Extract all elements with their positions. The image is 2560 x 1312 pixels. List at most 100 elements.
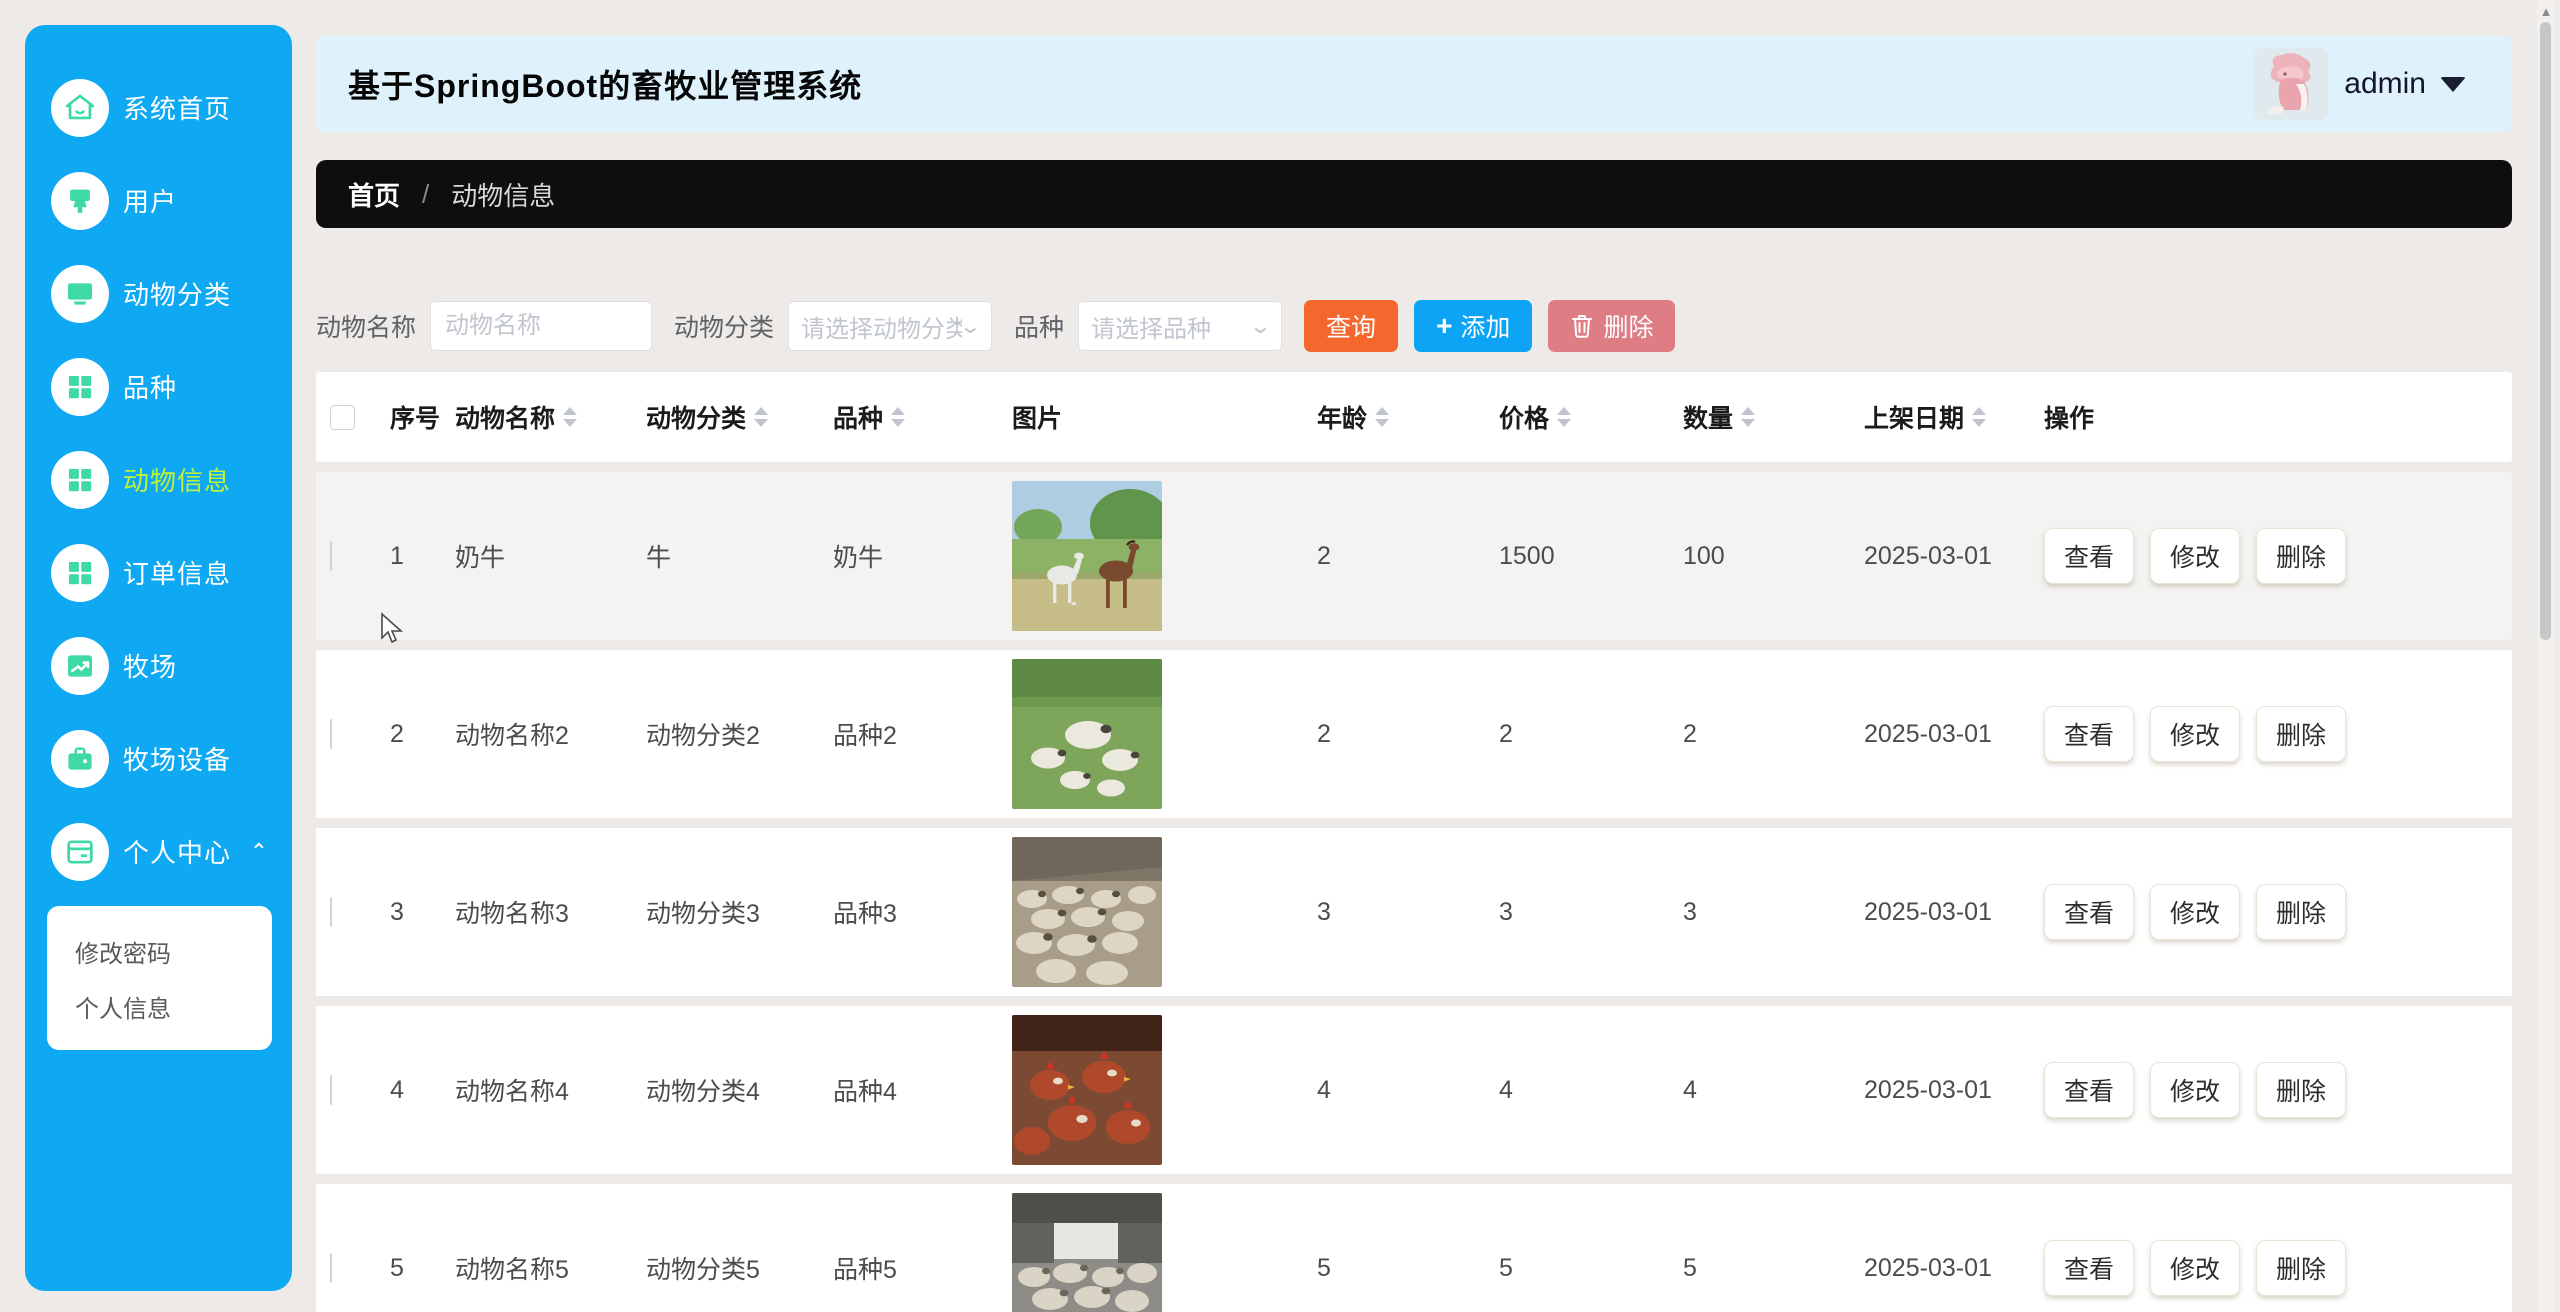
cell-no: 1 [390, 542, 455, 571]
cell-no: 3 [390, 898, 455, 927]
sidebar-item-label: 系统首页 [123, 89, 231, 126]
sort-carets-icon[interactable] [891, 407, 905, 427]
table-header: 序号动物名称动物分类品种图片年龄价格数量上架日期操作 [316, 372, 2512, 462]
animal-image-sheep-meadow [1012, 659, 1162, 809]
scroll-up-arrow-icon[interactable]: ▲ [2539, 4, 2553, 19]
column-header-date[interactable]: 上架日期 [1864, 399, 2044, 435]
sidebar-item-users[interactable]: 用户 [25, 154, 292, 247]
edit-button[interactable]: 修改 [2150, 706, 2240, 762]
search-button-label: 查询 [1326, 308, 1376, 344]
sidebar-item-label: 个人中心 [123, 833, 231, 870]
column-header-no: 序号 [390, 399, 455, 435]
column-header-age[interactable]: 年龄 [1317, 399, 1499, 435]
chevron-down-icon [2440, 77, 2466, 92]
stamp-icon [51, 172, 109, 230]
cell-select [316, 898, 390, 927]
select-all-checkbox[interactable] [330, 405, 355, 430]
row-checkbox[interactable] [330, 541, 332, 571]
delete-button[interactable]: 删除 [2256, 884, 2346, 940]
column-label: 品种 [833, 399, 883, 435]
sort-carets-icon[interactable] [1557, 407, 1571, 427]
breadcrumb-home[interactable]: 首页 [348, 176, 400, 213]
delete-button[interactable]: 删除 [1548, 300, 1675, 352]
view-button[interactable]: 查看 [2044, 1240, 2134, 1296]
chart-icon [51, 637, 109, 695]
sort-carets-icon[interactable] [1972, 407, 1986, 427]
sidebar-item-animal-info[interactable]: 动物信息 [25, 433, 292, 526]
cell-price: 2 [1499, 720, 1683, 749]
sort-carets-icon[interactable] [1741, 407, 1755, 427]
header: 基于SpringBoot的畜牧业管理系统 admin [316, 36, 2512, 132]
animal-image-chickens [1012, 1015, 1162, 1165]
delete-button[interactable]: 删除 [2256, 1240, 2346, 1296]
cell-name: 动物名称3 [455, 894, 646, 930]
sort-carets-icon[interactable] [1375, 407, 1389, 427]
edit-button[interactable]: 修改 [2150, 1240, 2240, 1296]
animal-image-sheep-flock [1012, 837, 1162, 987]
sidebar-item-animal-category[interactable]: 动物分类 [25, 247, 292, 340]
delete-button[interactable]: 删除 [2256, 706, 2346, 762]
sidebar-item-breed[interactable]: 品种 [25, 340, 292, 433]
cell-select [316, 1076, 390, 1105]
animal-table: 序号动物名称动物分类品种图片年龄价格数量上架日期操作 1奶牛牛奶牛2150010… [316, 372, 2512, 1312]
scrollbar[interactable]: ▲ [2537, 0, 2555, 1312]
cell-name: 动物名称4 [455, 1072, 646, 1108]
sidebar-item-order-info[interactable]: 订单信息 [25, 526, 292, 619]
view-button[interactable]: 查看 [2044, 706, 2134, 762]
sidebar-item-personal-center[interactable]: 个人中心⌃ [25, 805, 292, 898]
column-header-price[interactable]: 价格 [1499, 399, 1683, 435]
cell-name: 动物名称5 [455, 1250, 646, 1286]
sort-carets-icon[interactable] [754, 407, 768, 427]
plus-icon: + [1436, 310, 1452, 342]
delete-button[interactable]: 删除 [2256, 1062, 2346, 1118]
scrollbar-thumb[interactable] [2540, 22, 2551, 640]
edit-button[interactable]: 修改 [2150, 884, 2240, 940]
animal-name-label: 动物名称 [316, 308, 416, 344]
column-header-qty[interactable]: 数量 [1683, 399, 1864, 435]
sidebar-submenu: 修改密码个人信息 [47, 906, 272, 1050]
user-menu[interactable]: admin [2254, 48, 2466, 120]
view-button[interactable]: 查看 [2044, 884, 2134, 940]
sort-carets-icon[interactable] [563, 407, 577, 427]
sidebar-nav: 系统首页用户动物分类品种动物信息订单信息牧场牧场设备个人中心⌃修改密码个人信息 [25, 61, 292, 1050]
column-header-name[interactable]: 动物名称 [455, 399, 646, 435]
cell-image [1012, 1015, 1317, 1165]
edit-button[interactable]: 修改 [2150, 528, 2240, 584]
column-label: 动物名称 [455, 399, 555, 435]
search-button[interactable]: 查询 [1304, 300, 1398, 352]
submenu-item-change-password[interactable]: 修改密码 [47, 924, 272, 979]
column-header-category[interactable]: 动物分类 [646, 399, 833, 435]
table-row: 1奶牛牛奶牛215001002025-03-01查看修改删除 [316, 472, 2512, 640]
row-checkbox[interactable] [330, 719, 332, 749]
sidebar-item-label: 品种 [123, 368, 177, 405]
breadcrumb-current: 动物信息 [451, 176, 555, 213]
row-actions: 查看修改删除 [2044, 528, 2512, 584]
column-label: 上架日期 [1864, 399, 1964, 435]
cell-name: 动物名称2 [455, 716, 646, 752]
animal-name-input[interactable] [430, 301, 652, 351]
delete-button-label: 删除 [1603, 308, 1653, 344]
breadcrumb: 首页 / 动物信息 [316, 160, 2512, 228]
row-checkbox[interactable] [330, 1253, 332, 1283]
cell-qty: 100 [1683, 542, 1864, 571]
sidebar-item-ranch[interactable]: 牧场 [25, 619, 292, 712]
row-checkbox[interactable] [330, 897, 332, 927]
table-row: 4动物名称4动物分类4品种44442025-03-01查看修改删除 [316, 1006, 2512, 1174]
sidebar-item-ranch-equipment[interactable]: 牧场设备 [25, 712, 292, 805]
delete-button[interactable]: 删除 [2256, 528, 2346, 584]
cell-category: 动物分类2 [646, 716, 833, 752]
category-select[interactable]: 请选择动物分类 ⌄ [788, 301, 992, 351]
breadcrumb-separator: / [422, 179, 429, 210]
edit-button[interactable]: 修改 [2150, 1062, 2240, 1118]
submenu-item-personal-info[interactable]: 个人信息 [47, 979, 272, 1034]
sidebar-item-home[interactable]: 系统首页 [25, 61, 292, 154]
view-button[interactable]: 查看 [2044, 1062, 2134, 1118]
cell-age: 2 [1317, 542, 1499, 571]
add-button[interactable]: + 添加 [1414, 300, 1532, 352]
grid-icon [51, 358, 109, 416]
view-button[interactable]: 查看 [2044, 528, 2134, 584]
breed-select[interactable]: 请选择品种 ⌄ [1078, 301, 1282, 351]
column-header-breed[interactable]: 品种 [833, 399, 1012, 435]
row-checkbox[interactable] [330, 1075, 332, 1105]
cell-actions: 查看修改删除 [2044, 706, 2512, 762]
